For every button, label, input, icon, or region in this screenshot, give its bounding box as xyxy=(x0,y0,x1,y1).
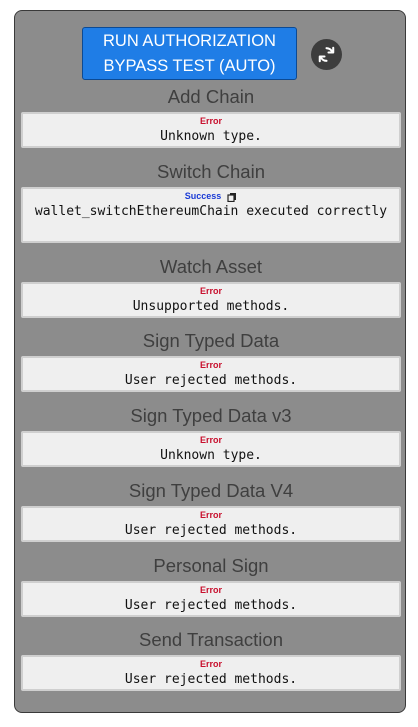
test-controls: RUN AUTHORIZATION BYPASS TEST (AUTO) xyxy=(15,27,405,81)
result-box: Error Unknown type. xyxy=(21,431,401,467)
refresh-button[interactable] xyxy=(311,39,342,70)
section-add-chain: Add Chain Error Unknown type. xyxy=(21,82,401,148)
status-label: Error xyxy=(199,659,222,669)
section-sign-typed-data-v4: Sign Typed Data V4 Error User rejected m… xyxy=(21,476,401,542)
result-message: User rejected methods. xyxy=(124,373,298,388)
result-box: Error Unsupported methods. xyxy=(21,282,401,318)
section-title: Sign Typed Data xyxy=(142,330,280,351)
status-label: Error xyxy=(199,286,222,296)
copy-icon[interactable] xyxy=(227,192,237,202)
section-sign-typed-data: Sign Typed Data Error User rejected meth… xyxy=(21,326,401,392)
result-box: Error Unknown type. xyxy=(21,112,401,148)
section-title: Send Transaction xyxy=(139,629,283,650)
result-box: Error User rejected methods. xyxy=(21,655,401,691)
status-label: Error xyxy=(199,585,222,595)
result-message: User rejected methods. xyxy=(124,598,298,613)
result-message: Unknown type. xyxy=(160,448,262,463)
status-label: Error xyxy=(199,116,222,126)
test-panel: RUN AUTHORIZATION BYPASS TEST (AUTO) Add… xyxy=(14,10,406,713)
section-title: Watch Asset xyxy=(159,256,263,277)
status-row: Success xyxy=(23,191,399,202)
result-box: Error User rejected methods. xyxy=(21,506,401,542)
section-send-transaction: Send Transaction Error User rejected met… xyxy=(21,625,401,691)
result-box: Error User rejected methods. xyxy=(21,581,401,617)
result-box: Success wallet_switchEthereumChain execu… xyxy=(21,187,401,243)
result-message: User rejected methods. xyxy=(124,672,298,687)
status-label: Error xyxy=(199,435,222,445)
section-sign-typed-data-v3: Sign Typed Data v3 Error Unknown type. xyxy=(21,401,401,467)
refresh-icon xyxy=(318,46,335,63)
result-box: Error User rejected methods. xyxy=(21,356,401,392)
result-message: User rejected methods. xyxy=(124,523,298,538)
section-title: Switch Chain xyxy=(157,161,265,182)
result-message: Unsupported methods. xyxy=(132,299,290,314)
section-title: Sign Typed Data v3 xyxy=(130,405,292,426)
result-message: wallet_switchEthereumChain executed corr… xyxy=(34,204,388,219)
status-label: Error xyxy=(199,360,222,370)
result-message: Unknown type. xyxy=(160,129,262,144)
section-watch-asset: Watch Asset Error Unsupported methods. xyxy=(21,252,401,318)
section-title: Personal Sign xyxy=(153,555,269,576)
section-title: Add Chain xyxy=(167,86,255,107)
status-label: Error xyxy=(199,510,222,520)
section-switch-chain: Switch Chain Success wallet_switchEthere… xyxy=(21,157,401,243)
section-personal-sign: Personal Sign Error User rejected method… xyxy=(21,551,401,617)
status-label: Success xyxy=(184,191,222,201)
run-authorization-bypass-test-button[interactable]: RUN AUTHORIZATION BYPASS TEST (AUTO) xyxy=(82,27,297,80)
section-title: Sign Typed Data V4 xyxy=(128,480,294,501)
